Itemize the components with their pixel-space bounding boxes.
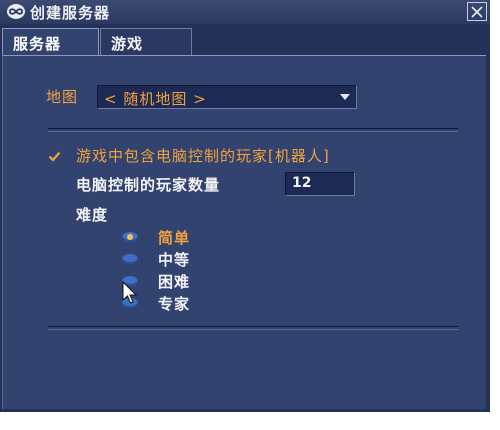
include-bots-label[interactable]: 游戏中包含电脑控制的玩家[机器人] — [76, 145, 330, 166]
tab-server[interactable]: 服务器 — [2, 28, 99, 56]
create-server-window: 创建服务器 服务器 游戏 地图 < 随机地图 > 游戏中包含电脑控制的玩家[机器… — [0, 0, 490, 412]
radio-button[interactable] — [122, 232, 138, 242]
difficulty-option-normal[interactable]: 中等 — [122, 249, 322, 271]
close-button[interactable] — [467, 2, 487, 21]
difficulty-label: 难度 — [76, 206, 109, 224]
map-select-value: < 随机地图 > — [104, 90, 207, 108]
difficulty-option-hard[interactable]: 困难 — [122, 271, 322, 293]
difficulty-option-label: 中等 — [158, 251, 191, 269]
mouse-cursor-icon — [122, 281, 138, 304]
include-bots-checkbox[interactable] — [48, 150, 61, 163]
bot-count-input[interactable]: 12 — [285, 172, 355, 196]
radio-button[interactable] — [122, 254, 138, 264]
divider — [48, 128, 458, 132]
window-title: 创建服务器 — [30, 4, 111, 22]
map-select[interactable]: < 随机地图 > — [97, 85, 357, 109]
difficulty-option-label: 专家 — [158, 295, 191, 313]
divider — [48, 326, 458, 330]
difficulty-option-expert[interactable]: 专家 — [122, 293, 322, 315]
difficulty-option-label: 简单 — [158, 229, 191, 247]
tab-game[interactable]: 游戏 — [100, 28, 192, 56]
close-icon — [471, 6, 483, 18]
chevron-down-icon — [340, 94, 350, 100]
map-label: 地图 — [46, 88, 79, 106]
title-bar[interactable]: 创建服务器 — [0, 0, 490, 24]
bot-count-label: 电脑控制的玩家数量 — [76, 176, 221, 194]
difficulty-option-easy[interactable]: 简单 — [122, 227, 322, 249]
infinity-logo-icon — [6, 3, 26, 20]
difficulty-option-label: 困难 — [158, 273, 191, 291]
